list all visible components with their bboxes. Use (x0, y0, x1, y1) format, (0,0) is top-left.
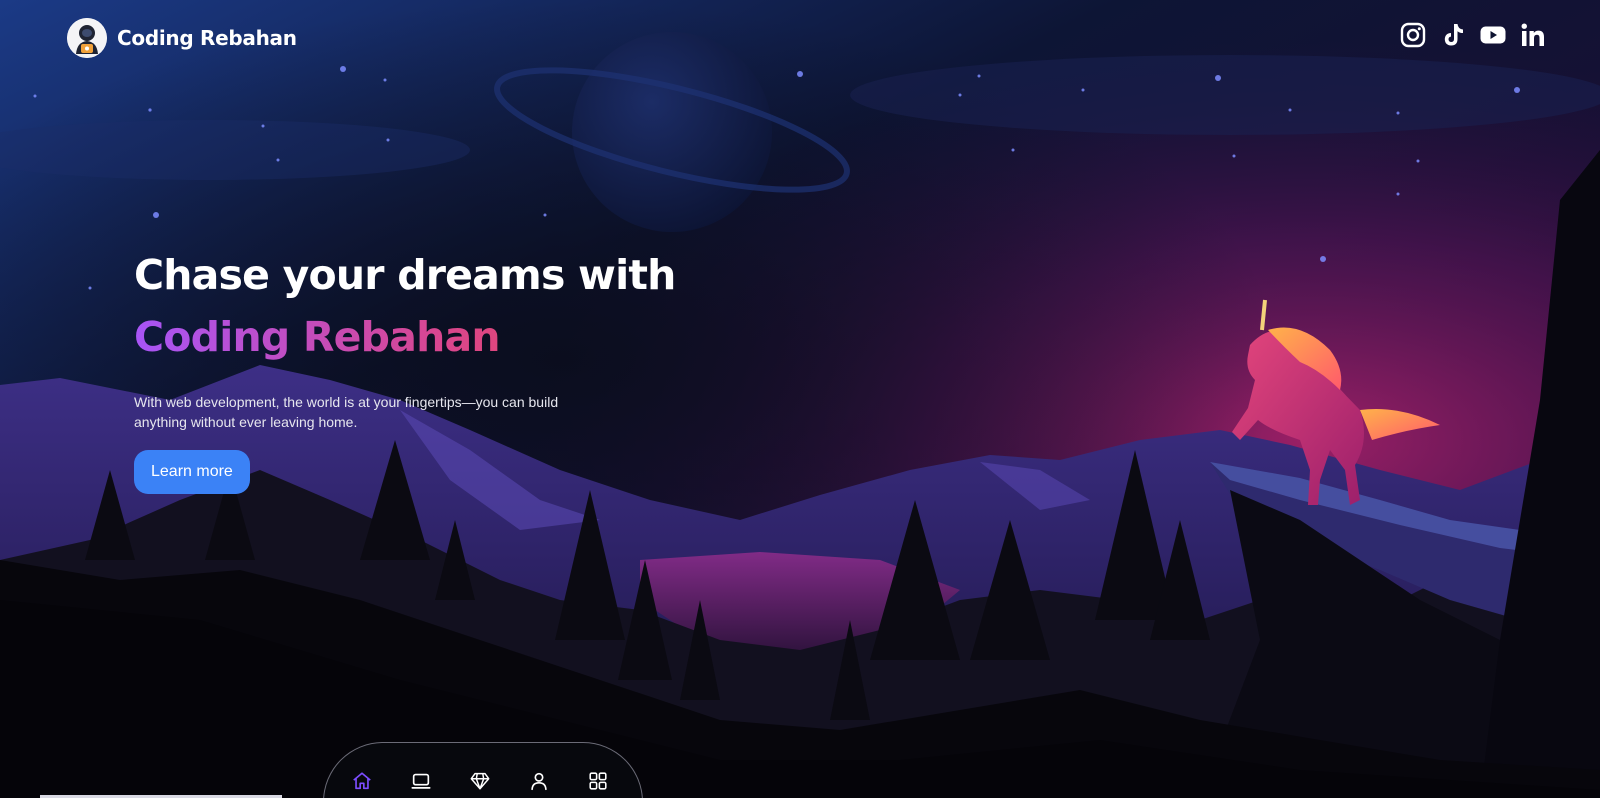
hero-title-accent: Coding Rebahan (134, 306, 694, 368)
hero-title-line1: Chase your dreams with (134, 251, 676, 299)
user-icon[interactable] (521, 763, 557, 798)
home-icon[interactable] (344, 763, 380, 798)
laptop-icon[interactable] (403, 763, 439, 798)
diamond-icon[interactable] (462, 763, 498, 798)
brand-name: Coding Rebahan (117, 26, 297, 50)
page: Coding Rebahan Chase your dreams with Co… (0, 0, 1600, 798)
astronaut-avatar-icon (67, 18, 107, 58)
youtube-icon[interactable] (1478, 20, 1508, 50)
hero-section: Chase your dreams with Coding Rebahan Wi… (134, 244, 694, 494)
hero-title: Chase your dreams with Coding Rebahan (134, 244, 694, 368)
linkedin-icon[interactable] (1518, 20, 1548, 50)
instagram-icon[interactable] (1398, 20, 1428, 50)
bottom-dock-nav (323, 742, 643, 798)
brand-logo-link[interactable]: Coding Rebahan (67, 18, 297, 58)
learn-more-button[interactable]: Learn more (134, 450, 250, 494)
hero-description: With web development, the world is at yo… (134, 394, 559, 430)
top-navbar: Coding Rebahan (0, 0, 1600, 76)
social-links (1388, 20, 1548, 50)
tiktok-icon[interactable] (1438, 20, 1468, 50)
grid-icon[interactable] (580, 763, 616, 798)
